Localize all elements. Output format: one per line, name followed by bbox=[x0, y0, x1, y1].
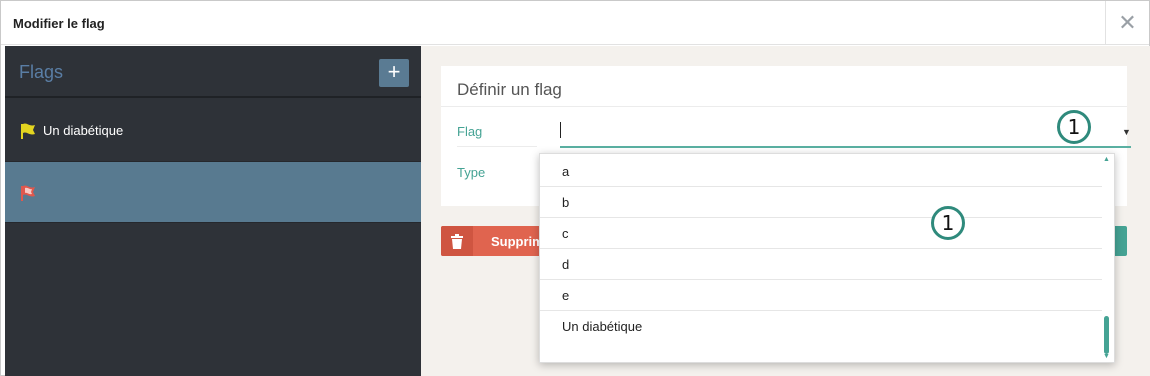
add-flag-button[interactable]: + bbox=[379, 59, 409, 87]
dropdown-arrow-icon[interactable]: ▼ bbox=[1122, 127, 1131, 137]
scroll-down-icon[interactable]: ▼ bbox=[1103, 353, 1110, 360]
sidebar-item-un-diabetique[interactable]: Un diabétique bbox=[5, 100, 421, 162]
trash-icon bbox=[441, 226, 473, 256]
dropdown-option[interactable]: a bbox=[540, 156, 1102, 187]
sidebar-item-new-flag[interactable] bbox=[5, 162, 421, 223]
dropdown-option[interactable]: d bbox=[540, 249, 1102, 280]
scrollbar-thumb[interactable] bbox=[1104, 316, 1109, 354]
dialog-titlebar: Modifier le flag ✕ bbox=[1, 1, 1149, 45]
flag-icon bbox=[21, 123, 35, 139]
flag-dropdown-list: a b c d e Un diabétique ▲ ▼ bbox=[539, 153, 1115, 363]
card-heading: Définir un flag bbox=[457, 80, 562, 99]
flag-icon bbox=[21, 185, 35, 201]
callout-badge: 1 bbox=[931, 206, 965, 240]
sidebar-title: Flags bbox=[19, 62, 64, 82]
dropdown-option[interactable]: Un diabétique bbox=[540, 311, 1102, 342]
flag-input[interactable] bbox=[560, 122, 1130, 144]
dropdown-option[interactable]: c bbox=[540, 218, 1102, 249]
dropdown-scrollbar[interactable]: ▲ ▼ bbox=[1102, 156, 1112, 360]
divider bbox=[457, 146, 537, 147]
flag-input-underline bbox=[560, 146, 1131, 148]
callout-badge: 1 bbox=[1057, 110, 1091, 144]
flags-sidebar: Flags + Un diabétique bbox=[5, 46, 421, 376]
divider bbox=[441, 106, 1127, 107]
dropdown-option[interactable]: e bbox=[540, 280, 1102, 311]
flag-field-label: Flag bbox=[457, 124, 483, 139]
type-field-label: Type bbox=[457, 165, 486, 180]
sidebar-item-label: Un diabétique bbox=[43, 123, 124, 138]
text-caret bbox=[560, 122, 561, 138]
close-icon[interactable]: ✕ bbox=[1105, 1, 1149, 45]
dropdown-option[interactable]: b bbox=[540, 187, 1102, 218]
modify-flag-dialog: Modifier le flag ✕ Flags + Un diabétique bbox=[0, 0, 1150, 376]
dialog-title: Modifier le flag bbox=[13, 16, 105, 31]
scroll-up-icon[interactable]: ▲ bbox=[1103, 156, 1110, 163]
sidebar-header: Flags + bbox=[5, 46, 421, 98]
delete-button[interactable]: Supprimer bbox=[441, 226, 556, 256]
